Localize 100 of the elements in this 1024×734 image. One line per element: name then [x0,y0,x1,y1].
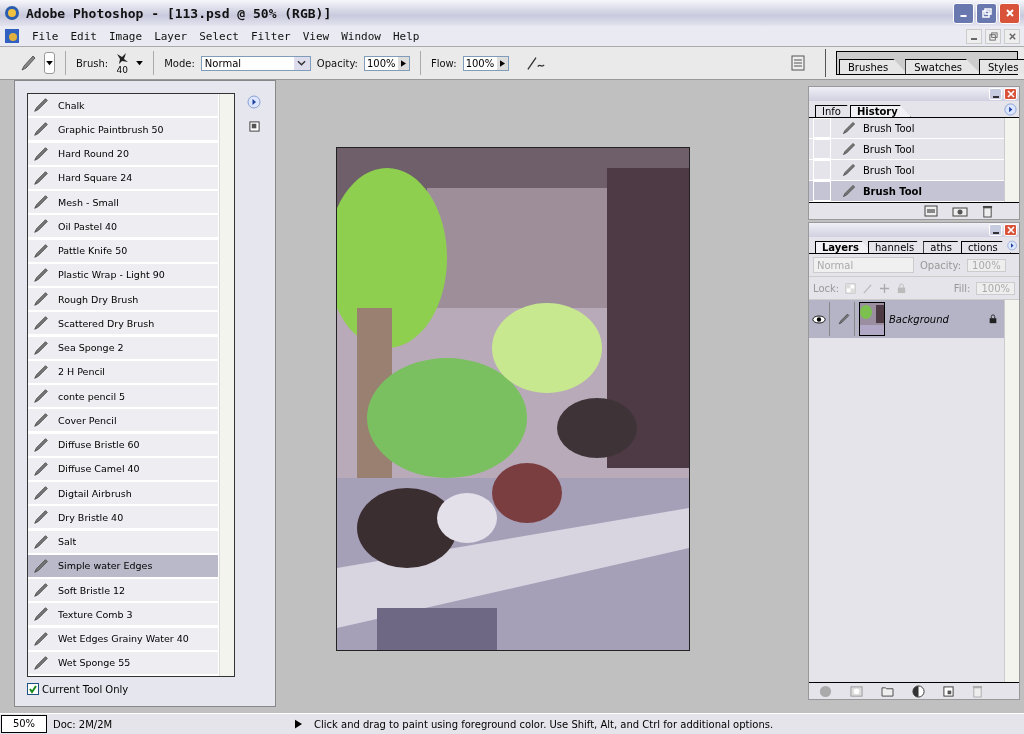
document-size: Doc: 2M/2M [52,718,114,730]
brush-icon [32,290,50,308]
fill-label: Fill: [953,282,971,294]
brush-icon [32,459,50,478]
brush-icon [32,338,50,357]
new-document-icon[interactable] [924,205,938,217]
brush-icon [32,532,50,551]
panel-menu-icon[interactable] [1006,239,1017,252]
opacity-label: Opacity: [920,259,962,271]
mode-label: Mode: [164,57,195,69]
brush-preset-item[interactable]: Diffuse Bristle 60 [28,433,218,457]
menu-item[interactable]: Image [109,29,143,43]
brush-preset-item[interactable]: Dry Bristle 40 [28,506,218,530]
brush-label: Brush: [76,57,109,69]
menu-item[interactable]: Edit [70,29,97,43]
restore-button[interactable] [985,28,1001,44]
history-item[interactable]: Brush Tool [809,118,1004,139]
trash-icon[interactable] [982,204,993,218]
brush-icon [32,120,50,139]
close-icon [1006,90,1015,98]
brush-preset-item[interactable]: Soft Bristle 12 [28,579,218,602]
status-hint: Click and drag to paint using foreground color. Use Shift, Alt, and Ctrl for additional options. [313,718,774,730]
menu-item[interactable]: Select [199,29,239,43]
scrollbar[interactable] [1004,300,1019,682]
layer-name: Background [889,313,949,325]
brush-icon [32,362,50,381]
brush-icon [841,141,857,157]
folder-icon[interactable] [881,685,894,697]
zoom-field[interactable]: 50% [1,715,47,733]
current-tool-only-checkbox[interactable]: Current Tool Only [27,683,267,695]
mode-dropdown[interactable]: Normal [200,55,311,71]
brush-icon [837,312,851,326]
brush-icon [32,581,50,599]
palette-tab[interactable]: Brushes [839,59,908,74]
restore-icon [988,31,998,41]
panel-tab[interactable]: ctions [960,241,1011,253]
chevron-icon [297,60,307,66]
brush-icon[interactable] [18,53,38,73]
brush-preset-item[interactable]: Hard Round 20 [28,142,218,166]
scrollbar[interactable] [1004,118,1019,202]
brush-preset-item[interactable]: conte pencil 5 [28,385,218,408]
brush-preset-item[interactable]: Mesh - Small [28,191,218,214]
caret-icon[interactable] [136,60,144,66]
brush-icon [32,387,50,405]
brush-icon [32,508,50,527]
brush-preset-item[interactable]: 2 H Pencil [28,360,218,384]
adjustment-layer-icon[interactable] [912,684,925,698]
caret-icon [46,60,53,66]
panel-menu-icon[interactable] [1004,103,1017,116]
close-icon [1007,31,1017,41]
brush-preset-item[interactable]: Texture Comb 3 [28,603,218,627]
menu-item[interactable]: Help [393,29,420,43]
brush-icon [32,217,50,236]
new-layer-icon[interactable] [943,685,954,697]
brush-preset-item[interactable]: Simple water Edges [28,554,218,578]
palette-tab[interactable]: Swatches [905,59,981,74]
new-preset-icon[interactable] [248,121,260,132]
minimize-icon [992,231,999,234]
eye-icon[interactable] [812,314,826,324]
brush-preset-item[interactable]: Sea Sponge 2 [28,336,218,360]
brush-icon [32,314,50,333]
brush-preset-item[interactable]: Rough Dry Brush [28,288,218,311]
scrollbar[interactable] [219,94,234,676]
brush-preset-item[interactable]: Chalk [28,94,218,117]
menu-item[interactable]: File [32,29,59,43]
window-title: Adobe Photoshop - [113.psd @ 50% (RGB)] [26,5,332,21]
brush-preset-item[interactable]: Salt [28,530,218,554]
brush-size: 40 [116,65,128,75]
brush-icon [32,241,50,260]
brush-icon [32,168,50,187]
brush-icon [32,193,50,211]
brush-icon [32,605,50,624]
brush-preset-item[interactable]: Diffuse Camel 40 [28,457,218,481]
menu-item[interactable]: Layer [154,29,188,43]
flow-field[interactable]: 100% [462,55,509,71]
lock-label: Lock: [813,282,840,294]
layer-row[interactable]: Background [809,300,1004,338]
brush-preset-item[interactable]: Wet Edges Grainy Water 40 [28,627,218,651]
opacity-field[interactable]: 100% [363,55,410,71]
brush-preset-item[interactable]: Scattered Dry Brush [28,312,218,336]
menu-item[interactable]: Filter [251,29,291,43]
camera-icon[interactable] [952,205,968,217]
history-item[interactable]: Brush Tool [809,139,1004,160]
brush-preset-item[interactable]: Cover Pencil [28,409,218,433]
brush-preset-item[interactable]: Pattle Knife 50 [28,239,218,263]
brush-preset-item[interactable]: Graphic Paintbrush 50 [28,118,218,142]
close-button[interactable] [1004,28,1020,44]
brush-preset-item[interactable]: Plastic Wrap - Light 90 [28,263,218,287]
menu-item[interactable]: View [302,29,330,43]
brush-preset-item[interactable]: Wet Sponge 55 [28,651,218,675]
menu-item[interactable]: Window [341,29,381,43]
history-item[interactable]: Brush Tool [809,181,1004,202]
brush-preset-item[interactable]: Digtail Airbrush [28,482,218,505]
tool-preset-dropdown[interactable] [44,52,55,74]
brush-preset-item[interactable]: Hard Square 24 [28,166,218,190]
status-menu-icon[interactable] [295,719,302,729]
panel-tab[interactable]: History [849,105,911,117]
brush-icon [32,629,50,648]
palette-tab[interactable]: Styles [979,59,1024,74]
brush-preset-item[interactable]: Oil Pastel 40 [28,215,218,239]
